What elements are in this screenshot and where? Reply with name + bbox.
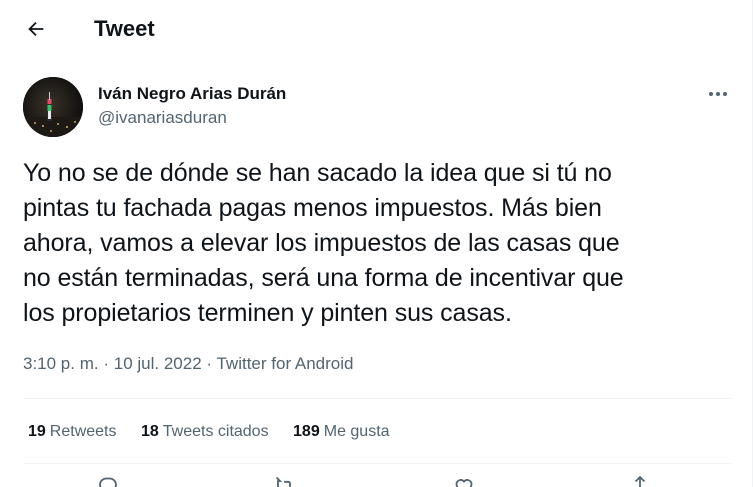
divider	[23, 463, 731, 464]
author-handle[interactable]: @ivanariasduran	[98, 107, 227, 129]
likes-count: 189	[293, 423, 320, 440]
arrow-left-icon	[28, 21, 44, 37]
quotes-count: 18	[140, 423, 159, 440]
share-button[interactable]	[628, 474, 658, 487]
back-button[interactable]	[18, 11, 54, 47]
retweets-stat[interactable]: 19 Retweets	[28, 421, 117, 443]
tweet-page: Tweet Iván Negro Arias Durán @ivanariasd…	[0, 0, 753, 487]
action-bar	[0, 474, 752, 487]
tweet-text-line: no están terminadas, será una forma de i…	[23, 264, 624, 292]
more-dot-icon	[716, 92, 720, 96]
retweets-label: Retweets	[49, 423, 117, 440]
more-dot-icon	[723, 92, 727, 96]
reply-icon	[99, 477, 117, 487]
more-dot-icon	[709, 92, 713, 96]
more-options-button[interactable]	[700, 81, 736, 107]
tweet-text: Yo no se de dónde se han sacado la idea …	[23, 156, 735, 331]
tweet-stats: 19 Retweets 18 Tweets citados 189 Me gusta	[28, 421, 410, 443]
tweet-time-link[interactable]: 3:10 p. m. · 10 jul. 2022	[23, 354, 202, 373]
divider	[23, 398, 731, 399]
like-button[interactable]	[452, 474, 482, 487]
city-night-avatar-icon	[23, 77, 83, 137]
share-icon	[634, 475, 646, 487]
tweet-date: 10 jul. 2022	[113, 354, 202, 373]
retweets-count: 19	[28, 423, 46, 440]
reply-button[interactable]	[96, 474, 126, 487]
quotes-stat[interactable]: 18 Tweets citados	[141, 421, 269, 443]
tweet-text-line: pintas tu fachada pagas menos impuestos.…	[23, 194, 602, 222]
tweet-text-line: Yo no se de dónde se han sacado la idea …	[23, 159, 612, 187]
likes-stat[interactable]: 189 Me gusta	[293, 421, 390, 443]
tweet-time: 3:10 p. m.	[23, 354, 99, 373]
meta-separator: ·	[206, 354, 213, 373]
page-title: Tweet	[94, 16, 155, 41]
tweet-text-line: ahora, vamos a elevar los impuestos de l…	[23, 229, 620, 257]
meta-separator: ·	[103, 354, 110, 373]
quotes-label: Tweets citados	[162, 423, 269, 440]
tweet-meta: 3:10 p. m. · 10 jul. 2022 · Twitter for …	[23, 353, 354, 375]
retweet-icon	[275, 476, 291, 487]
likes-label: Me gusta	[323, 423, 390, 440]
tweet-source-link[interactable]: Twitter for Android	[216, 354, 353, 373]
retweet-button[interactable]	[272, 474, 302, 487]
top-header: Tweet	[0, 0, 752, 58]
tweet-text-line: los propietarios terminen y pinten sus c…	[23, 299, 512, 327]
like-icon	[455, 479, 473, 487]
avatar[interactable]	[23, 77, 83, 137]
author-name[interactable]: Iván Negro Arias Durán	[98, 83, 286, 105]
